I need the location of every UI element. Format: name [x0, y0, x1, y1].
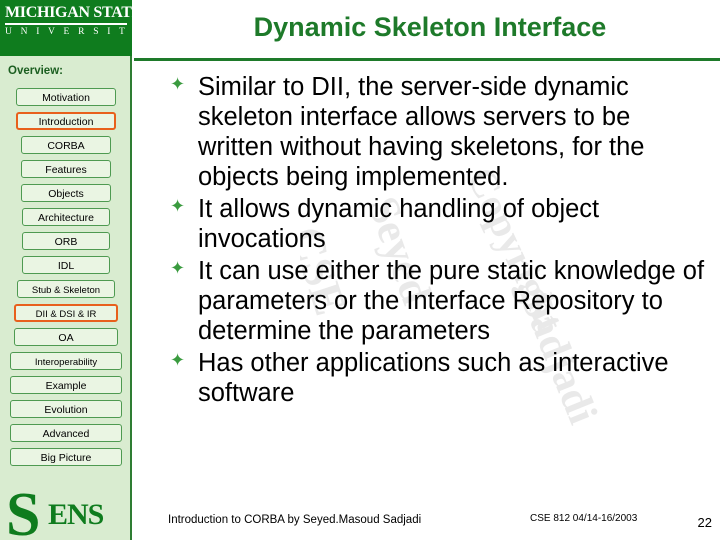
sidebar-item-label: Evolution [44, 404, 88, 416]
sidebar-item-objects[interactable]: Objects [21, 184, 111, 202]
university-logo-title: MICHIGAN STATE [5, 4, 143, 21]
bullet-list: ✦ Similar to DII, the server-side dynamic… [160, 72, 705, 410]
sidebar-item-label: ORB [54, 236, 78, 248]
sidebar-item-dii-dsi-ir[interactable]: DII & DSI & IR [14, 304, 118, 322]
sidebar-item-oa[interactable]: OA [14, 328, 118, 346]
bullet-marker-icon: ✦ [170, 350, 186, 370]
sidebar-item-interoperability[interactable]: Interoperability [10, 352, 122, 370]
sidebar-item-label: Example [45, 380, 87, 392]
bullet-text: It can use either the pure static knowle… [198, 257, 705, 345]
sidebar-item-label: Advanced [42, 428, 90, 440]
page-title: Dynamic Skeleton Interface [253, 12, 607, 42]
sidebar-item-label: Introduction [38, 116, 94, 128]
sidebar-item-big-picture[interactable]: Big Picture [10, 448, 122, 466]
sidebar-item-label: OA [58, 332, 74, 344]
sens-logo-rest: ENS [48, 498, 104, 531]
university-logo: MICHIGAN STATE U N I V E R S I T Y [0, 0, 144, 56]
bullet-text: Has other applications such as interacti… [198, 349, 669, 407]
sidebar-item-architecture[interactable]: Architecture [22, 208, 110, 226]
bullet-marker-icon: ✦ [170, 258, 186, 278]
title-divider [134, 58, 720, 61]
sidebar-item-label: Stub & Skeleton [31, 285, 101, 296]
sidebar-item-orb[interactable]: ORB [22, 232, 110, 250]
bullet-text: Similar to DII, the server-side dynamic … [198, 73, 645, 191]
sidebar-item-advanced[interactable]: Advanced [10, 424, 122, 442]
sidebar-item-motivation[interactable]: Motivation [16, 88, 116, 106]
sidebar-item-label: IDL [57, 260, 75, 272]
sidebar-item-stub-skeleton[interactable]: Stub & Skeleton [17, 280, 115, 298]
sidebar-item-label: Big Picture [40, 452, 92, 464]
sidebar-item-label: CORBA [47, 140, 85, 152]
bullet-item: ✦ It allows dynamic handling of object in… [160, 194, 705, 254]
bullet-item: ✦ It can use either the pure static knowl… [160, 256, 705, 346]
sidebar-item-label: Objects [48, 188, 84, 200]
sidebar-item-label: Architecture [37, 212, 95, 224]
sidebar-item-evolution[interactable]: Evolution [10, 400, 122, 418]
university-logo-subtitle: U N I V E R S I T Y [5, 27, 144, 37]
overview-label: Overview: [8, 65, 63, 77]
sidebar-item-label: DII & DSI & IR [35, 309, 97, 320]
sidebar-item-label: Features [45, 164, 87, 176]
bullet-item: ✦ Similar to DII, the server-side dynamic… [160, 72, 705, 192]
bullet-marker-icon: ✦ [170, 196, 186, 216]
sens-logo: S ENS [4, 484, 132, 546]
slide: MICHIGAN STATE U N I V E R S I T Y Overv… [0, 0, 720, 546]
footer-course-info: CSE 812 04/14-16/2003 [530, 513, 638, 524]
footer-attribution: Introduction to CORBA by Seyed.Masoud Sa… [168, 514, 422, 526]
sidebar-item-idl[interactable]: IDL [22, 256, 110, 274]
page-number: 22 [697, 515, 712, 530]
bullet-marker-icon: ✦ [170, 74, 186, 94]
bullet-item: ✦ Has other applications such as interact… [160, 348, 705, 408]
sidebar-item-introduction[interactable]: Introduction [16, 112, 116, 130]
sidebar-item-label: Motivation [42, 92, 90, 104]
logo-divider [5, 23, 127, 25]
sens-logo-s: S [6, 481, 41, 549]
sidebar: MICHIGAN STATE U N I V E R S I T Y Overv… [0, 0, 144, 546]
sidebar-item-example[interactable]: Example [10, 376, 122, 394]
sidebar-item-corba[interactable]: CORBA [21, 136, 111, 154]
sidebar-item-features[interactable]: Features [21, 160, 111, 178]
sidebar-nav: Motivation Introduction CORBA Features Objec… [0, 88, 132, 472]
bullet-text: It allows dynamic handling of object inv… [198, 195, 600, 253]
sidebar-item-label: Interoperability [34, 357, 98, 368]
